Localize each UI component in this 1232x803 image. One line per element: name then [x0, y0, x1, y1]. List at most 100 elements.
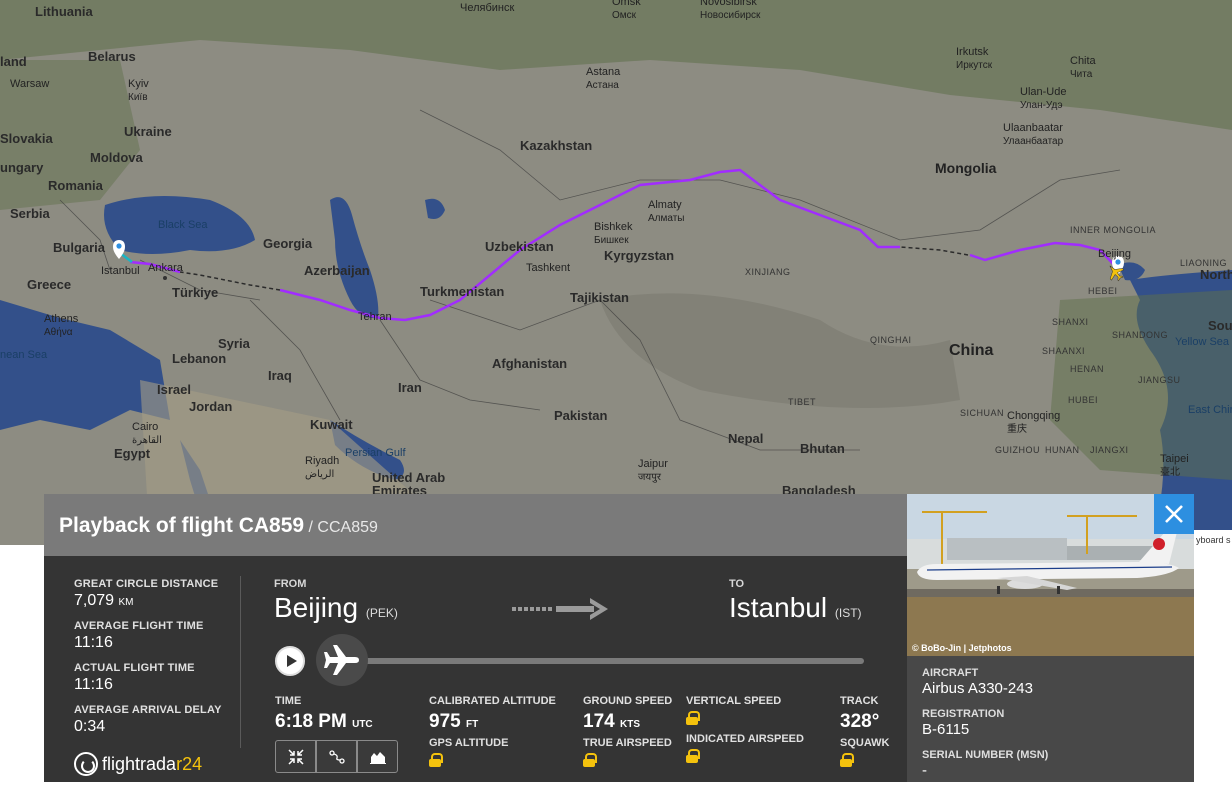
map-label: Sou [1208, 318, 1232, 333]
photo-credit[interactable]: © BoBo-Jin | Jetphotos [912, 643, 1012, 653]
flightradar24-logo[interactable]: flightradar24 [74, 752, 202, 776]
metric-true-airspeed: TRUE AIRSPEED [583, 737, 672, 772]
route-view-button[interactable] [316, 740, 357, 773]
map-label: HEBEI [1088, 286, 1118, 296]
calibrated-altitude-value: 975 FT [429, 711, 479, 732]
stat-average-flight-time: AVERAGE FLIGHT TIME 11:16 [74, 620, 224, 652]
map-label: Azerbaijan [304, 263, 370, 278]
metric-time: TIME 6:18 PM UTC [275, 695, 373, 733]
map-label: Moldova [90, 150, 143, 165]
aircraft-photo[interactable]: © BoBo-Jin | Jetphotos [907, 494, 1194, 656]
map-label: Bishkek Бишкек [594, 221, 633, 246]
destination-city[interactable]: Istanbul (IST) [729, 592, 862, 624]
stat-actual-flight-time: ACTUAL FLIGHT TIME 11:16 [74, 662, 224, 694]
map-label: Tehran [358, 311, 392, 323]
map-label: Ulaanbaatar Улаанбаатар [1003, 122, 1064, 147]
map-label: Kazakhstan [520, 138, 593, 153]
keyboard-shortcuts-hint[interactable]: yboard s [1194, 530, 1232, 550]
panel-header: Playback of flight CA859 / CCA859 [44, 494, 907, 556]
map-label: Kuwait [310, 417, 353, 432]
squawk-label: SQUAWK [840, 737, 890, 749]
map-label: Afghanistan [492, 356, 568, 371]
metric-ground-speed: GROUND SPEED 174 KTS [583, 695, 672, 733]
collapse-view-button[interactable] [275, 740, 316, 773]
route-flown [969, 241, 1118, 269]
map-label: Челябинск [460, 2, 515, 14]
origin: FROM Beijing (PEK) [274, 578, 398, 624]
map-label: Tajikistan [570, 290, 630, 305]
stat-value: 7,079 KM [74, 592, 134, 609]
lock-icon[interactable] [840, 753, 854, 767]
map-label: Serbia [10, 206, 50, 221]
aral-sea [425, 198, 445, 219]
map-label: Bhutan [800, 441, 845, 456]
track-label: TRACK [840, 695, 879, 707]
gps-altitude-label: GPS ALTITUDE [429, 737, 509, 749]
map-label: Lebanon [172, 351, 227, 366]
origin-city[interactable]: Beijing (PEK) [274, 592, 398, 624]
map-label: JIANGXI [1090, 445, 1129, 455]
play-button[interactable] [275, 646, 305, 676]
map-label: HENAN [1070, 364, 1105, 374]
map-label: Omsk Омск [612, 0, 641, 21]
map-label: TIBET [788, 397, 817, 407]
aircraft-type-label: AIRCRAFT [922, 667, 979, 679]
stat-great-circle-distance: GREAT CIRCLE DISTANCE 7,079 KM [74, 578, 224, 610]
playback-scrubber[interactable] [316, 634, 368, 686]
lock-icon[interactable] [583, 753, 597, 767]
metric-track: TRACK 328° [840, 695, 879, 733]
true-airspeed-label: TRUE AIRSPEED [583, 737, 672, 749]
map-label: North [1200, 267, 1232, 282]
ground-speed-label: GROUND SPEED [583, 695, 673, 707]
map-label: HUBEI [1068, 395, 1099, 405]
map-label: Kyiv Київ [128, 78, 149, 103]
map-label: Egypt [114, 446, 151, 461]
map-label: ungary [0, 160, 44, 175]
map-label: Yellow Sea [1175, 336, 1230, 348]
map-label: Irkutsk Иркутск [956, 46, 993, 71]
map-label: nean Sea [0, 349, 48, 361]
playback-timeline[interactable] [344, 658, 864, 664]
map-label: Ulan-Ude Улан-Удэ [1020, 86, 1067, 111]
mountains [600, 293, 960, 408]
collapse-icon [287, 748, 304, 765]
lock-icon[interactable] [429, 753, 443, 767]
calibrated-altitude-label: CALIBRATED ALTITUDE [429, 695, 556, 707]
panel-title: Playback of flight CA859 [59, 514, 305, 537]
map-label: Beijing [1098, 248, 1132, 260]
close-icon [1165, 505, 1183, 523]
map-label: Romania [48, 178, 103, 193]
airplane-icon [324, 645, 359, 675]
map-label: GUIZHOU [995, 445, 1040, 455]
aircraft-info: AIRCRAFT Airbus A330-243 REGISTRATION B-… [907, 656, 1194, 779]
destination-label: TO [729, 578, 745, 590]
map-label: Georgia [263, 236, 313, 251]
lock-icon[interactable] [686, 749, 700, 763]
lock-icon[interactable] [686, 711, 700, 725]
serial-number-value: - [922, 762, 927, 779]
route-summary: FROM Beijing (PEK) TO Istanbul (IST) [274, 578, 864, 628]
map-label: Cairo القاهرة [132, 421, 162, 446]
metric-indicated-airspeed: INDICATED AIRSPEED [686, 733, 804, 768]
map-label: Warsaw [10, 78, 50, 90]
flight-map[interactable]: Lithuania Челябинск Omsk Омск Novosibirsk… [0, 0, 1232, 545]
ground-speed-value: 174 KTS [583, 711, 640, 732]
aircraft-type-value[interactable]: Airbus A330-243 [922, 680, 1194, 697]
map-label: Bulgaria [53, 240, 106, 255]
map-label: INNER MONGOLIA [1070, 225, 1157, 235]
metric-calibrated-altitude: CALIBRATED ALTITUDE 975 FT [429, 695, 556, 733]
map-label: Jordan [189, 399, 233, 414]
metric-vertical-speed: VERTICAL SPEED [686, 695, 781, 730]
registration-value[interactable]: B-6115 [922, 721, 1194, 738]
map-label: JIANGSU [1138, 375, 1181, 385]
graph-icon [369, 751, 386, 764]
map-label: QINGHAI [870, 335, 912, 345]
map-label: Riyadh الرياض [305, 455, 340, 480]
map-label: Ankara [148, 262, 183, 274]
map-label: Pakistan [554, 408, 608, 423]
map-label: SHANXI [1052, 317, 1089, 327]
altitude-graph-button[interactable] [357, 740, 398, 773]
map-label: Chongqing 重庆 [1007, 410, 1061, 435]
metric-gps-altitude: GPS ALTITUDE [429, 737, 508, 772]
close-button[interactable] [1154, 494, 1194, 534]
